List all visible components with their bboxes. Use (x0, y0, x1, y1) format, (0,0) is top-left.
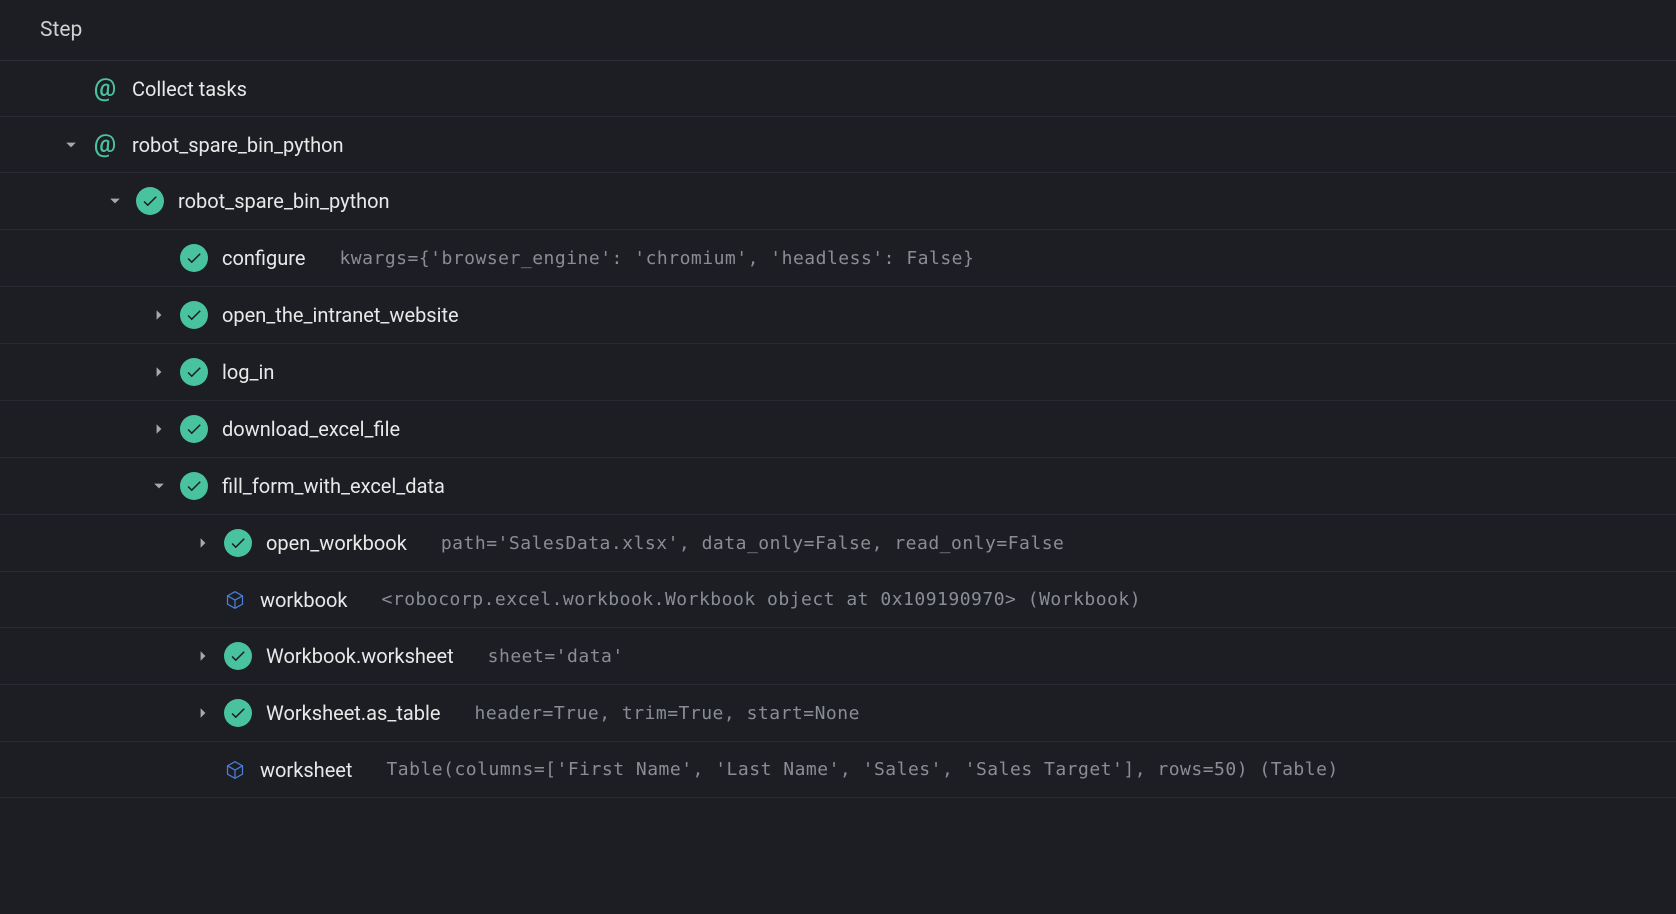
success-check-icon (180, 358, 208, 386)
step-name: workbook (260, 588, 348, 612)
log-row[interactable]: download_excel_file (0, 401, 1676, 458)
log-row[interactable]: log_in (0, 344, 1676, 401)
expand-icon[interactable] (196, 649, 210, 663)
step-name: robot_spare_bin_python (178, 189, 390, 213)
success-check-icon (224, 642, 252, 670)
log-row[interactable]: open_workbook path='SalesData.xlsx', data… (0, 515, 1676, 572)
step-args: header=True, trim=True, start=None (474, 703, 859, 724)
step-name: open_the_intranet_website (222, 303, 459, 327)
expand-icon[interactable] (152, 422, 166, 436)
expand-icon[interactable] (152, 308, 166, 322)
expand-icon[interactable] (196, 706, 210, 720)
step-args: path='SalesData.xlsx', data_only=False, … (441, 533, 1065, 554)
collapse-icon[interactable] (108, 194, 122, 208)
log-row[interactable]: Workbook.worksheet sheet='data' (0, 628, 1676, 685)
success-check-icon (224, 529, 252, 557)
log-row[interactable]: Worksheet.as_table header=True, trim=True… (0, 685, 1676, 742)
success-check-icon (180, 415, 208, 443)
step-name: Worksheet.as_table (266, 701, 440, 725)
step-name: open_workbook (266, 531, 407, 555)
expand-icon[interactable] (196, 536, 210, 550)
step-name: robot_spare_bin_python (132, 133, 344, 157)
collapse-icon[interactable] (64, 138, 78, 152)
at-icon: @ (92, 132, 118, 158)
variable-cube-icon (224, 759, 246, 781)
step-name: Collect tasks (132, 77, 247, 101)
log-row[interactable]: worksheet Table(columns=['First Name', 'L… (0, 742, 1676, 798)
step-name: download_excel_file (222, 417, 400, 441)
variable-cube-icon (224, 589, 246, 611)
column-header-label: Step (40, 18, 82, 42)
step-args: <robocorp.excel.workbook.Workbook object… (382, 589, 1142, 610)
step-args: Table(columns=['First Name', 'Last Name'… (386, 759, 1338, 780)
log-row[interactable]: robot_spare_bin_python (0, 173, 1676, 230)
success-check-icon (180, 244, 208, 272)
log-tree: @Collect tasks@robot_spare_bin_pythonrob… (0, 61, 1676, 798)
log-row[interactable]: fill_form_with_excel_data (0, 458, 1676, 515)
log-row[interactable]: workbook <robocorp.excel.workbook.Workboo… (0, 572, 1676, 628)
step-name: configure (222, 246, 305, 270)
success-check-icon (224, 699, 252, 727)
step-args: sheet='data' (488, 646, 624, 667)
step-args: kwargs={'browser_engine': 'chromium', 'h… (339, 248, 974, 269)
success-check-icon (180, 472, 208, 500)
step-name: Workbook.worksheet (266, 644, 454, 668)
collapse-icon[interactable] (152, 479, 166, 493)
at-icon: @ (92, 76, 118, 102)
step-name: fill_form_with_excel_data (222, 474, 445, 498)
step-name: log_in (222, 360, 274, 384)
column-header: Step (0, 0, 1676, 61)
expand-icon[interactable] (152, 365, 166, 379)
success-check-icon (180, 301, 208, 329)
log-row[interactable]: @ robot_spare_bin_python (0, 117, 1676, 173)
log-row[interactable]: configure kwargs={'browser_engine': 'chro… (0, 230, 1676, 287)
step-name: worksheet (260, 758, 352, 782)
log-row[interactable]: open_the_intranet_website (0, 287, 1676, 344)
log-row[interactable]: @ Collect tasks (0, 61, 1676, 117)
success-check-icon (136, 187, 164, 215)
